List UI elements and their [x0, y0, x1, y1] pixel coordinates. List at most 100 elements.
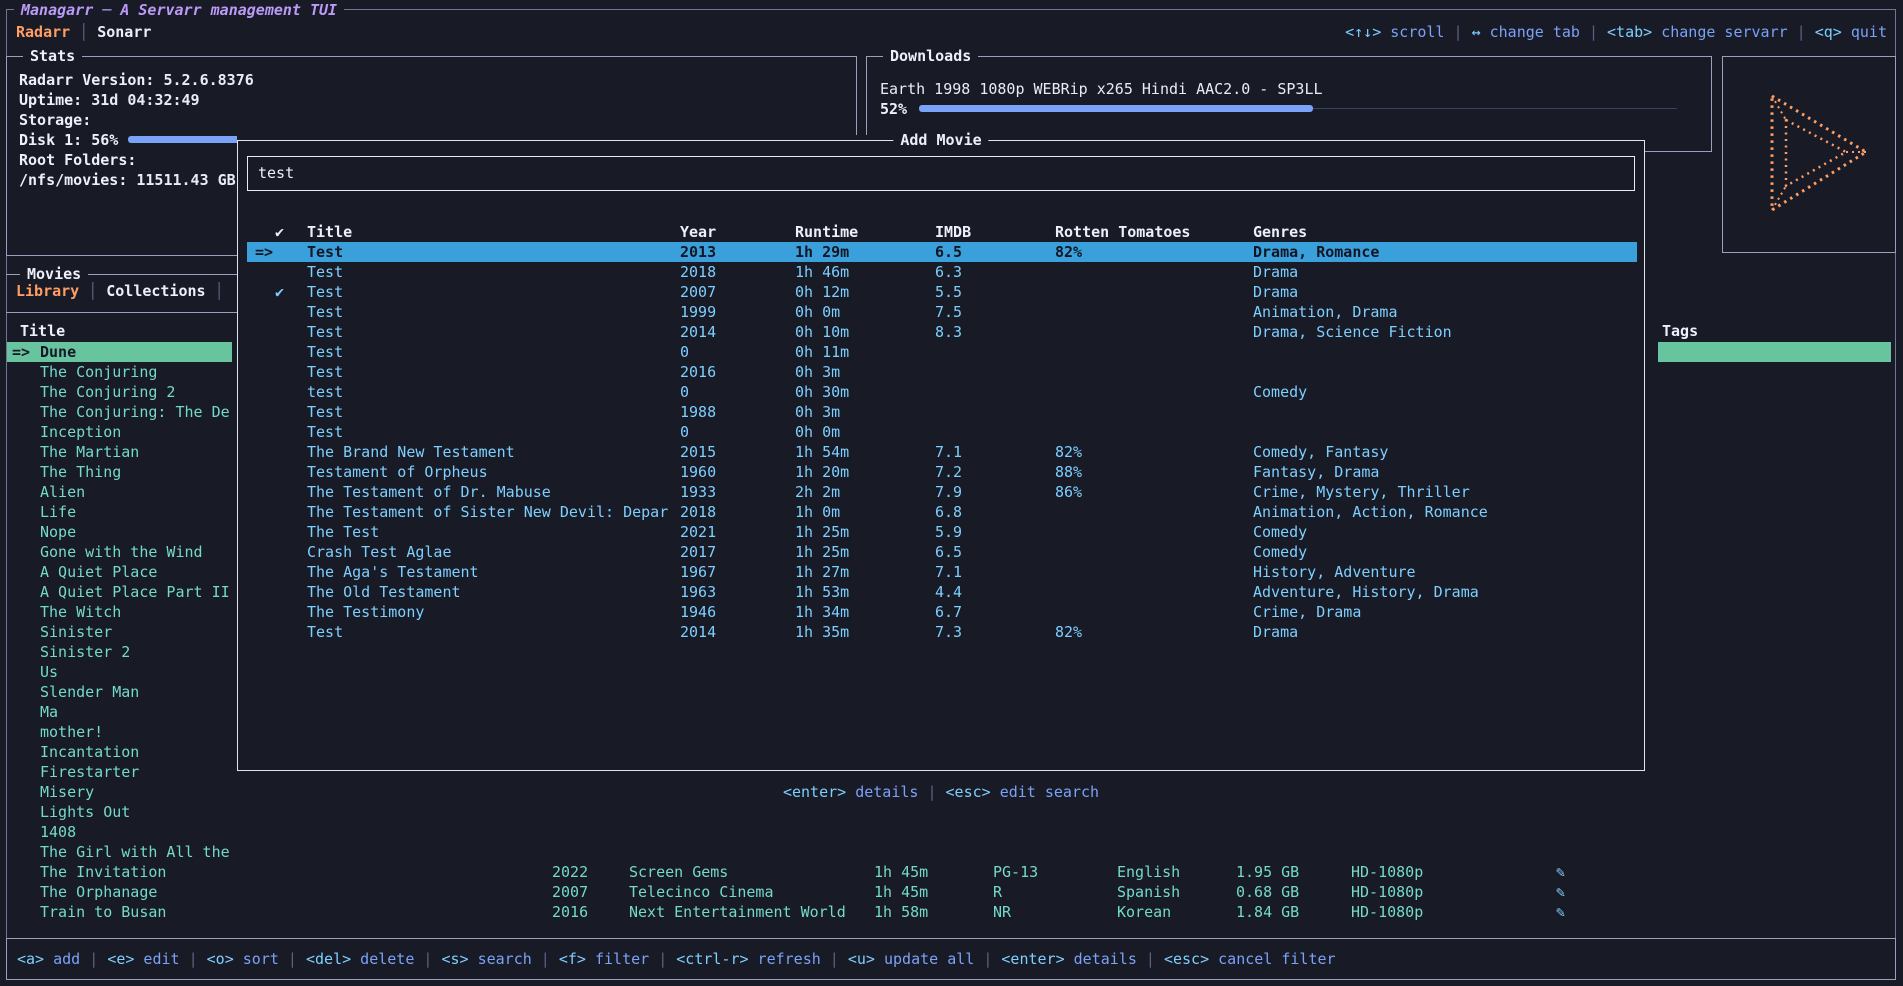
year-cell: 2007: [552, 882, 588, 902]
result-year: 1946: [680, 602, 716, 622]
result-title: Test: [307, 402, 343, 422]
library-row[interactable]: Misery: [7, 782, 232, 802]
tab-radarr[interactable]: Radarr: [16, 23, 70, 41]
help-key: <enter>: [1001, 950, 1064, 968]
tab-library[interactable]: Library: [16, 282, 79, 300]
result-genres: Fantasy, Drama: [1253, 462, 1379, 482]
result-year: 2015: [680, 442, 716, 462]
result-row[interactable]: Test20160h 3m: [247, 362, 1637, 382]
library-row[interactable]: mother!: [7, 722, 232, 742]
library-row[interactable]: A Quiet Place: [7, 562, 232, 582]
library-row[interactable]: The Thing: [7, 462, 232, 482]
result-row[interactable]: Test19990h 0m7.5Animation, Drama: [247, 302, 1637, 322]
library-row[interactable]: The Witch: [7, 602, 232, 622]
studio-cell: Screen Gems: [629, 862, 728, 882]
result-row[interactable]: The Testament of Dr. Mabuse19332h 2m7.98…: [247, 482, 1637, 502]
library-row[interactable]: Incantation: [7, 742, 232, 762]
result-year: 2017: [680, 542, 716, 562]
library-row[interactable]: Inception: [7, 422, 232, 442]
result-imdb: 5.5: [935, 282, 962, 302]
result-row[interactable]: Testament of Orpheus19601h 20m7.288%Fant…: [247, 462, 1637, 482]
result-row[interactable]: The Old Testament19631h 53m4.4Adventure,…: [247, 582, 1637, 602]
edit-icon: ✎: [1556, 882, 1565, 902]
library-row[interactable]: Nope: [7, 522, 232, 542]
root-folder-path: /nfs/movies:: [19, 171, 127, 189]
result-row[interactable]: =>Test20131h 29m6.582%Drama, Romance: [247, 242, 1637, 262]
result-runtime: 1h 54m: [795, 442, 849, 462]
result-year: 1933: [680, 482, 716, 502]
library-row[interactable]: The Conjuring 2: [7, 382, 232, 402]
movie-title: Life: [40, 503, 76, 521]
results-column-year: Year: [680, 222, 716, 242]
library-row[interactable]: Life: [7, 502, 232, 522]
library-row[interactable]: The Martian: [7, 442, 232, 462]
result-row[interactable]: Test00h 0m: [247, 422, 1637, 442]
result-rotten-tomatoes: 82%: [1055, 622, 1082, 642]
library-row-details: 2022Screen Gems1h 45mPG-13English1.95 GB…: [0, 862, 1903, 882]
library-row[interactable]: The Conjuring: The De: [7, 402, 232, 422]
library-row[interactable]: Gone with the Wind: [7, 542, 232, 562]
library-row[interactable]: Sinister: [7, 622, 232, 642]
library-row[interactable]: Us: [7, 662, 232, 682]
result-genres: Drama: [1253, 282, 1298, 302]
search-value: test: [248, 164, 294, 182]
result-runtime: 1h 35m: [795, 622, 849, 642]
result-row[interactable]: The Test20211h 25m5.9Comedy: [247, 522, 1637, 542]
library-row[interactable]: The Girl with All the: [7, 842, 232, 862]
library-row[interactable]: Slender Man: [7, 682, 232, 702]
result-row[interactable]: Crash Test Aglae20171h 25m6.5Comedy: [247, 542, 1637, 562]
result-row[interactable]: The Aga's Testament19671h 27m7.1History,…: [247, 562, 1637, 582]
library-row[interactable]: =>Dune: [7, 342, 232, 362]
movie-search-input[interactable]: test: [247, 156, 1635, 191]
movie-title: The Girl with All the: [40, 843, 230, 861]
library-row[interactable]: Alien: [7, 482, 232, 502]
result-runtime: 0h 12m: [795, 282, 849, 302]
movies-tabs: Library│Collections│: [16, 281, 233, 301]
result-row[interactable]: The Brand New Testament20151h 54m7.182%C…: [247, 442, 1637, 462]
tab-sonarr[interactable]: Sonarr: [97, 23, 151, 41]
library-row[interactable]: Firestarter: [7, 762, 232, 782]
result-row[interactable]: The Testament of Sister New Devil: Depar…: [247, 502, 1637, 522]
help-action: edit: [134, 950, 179, 968]
language-cell: English: [1117, 862, 1180, 882]
result-row[interactable]: Test20140h 10m8.3Drama, Science Fiction: [247, 322, 1637, 342]
results-column-title: Title: [307, 222, 352, 242]
result-genres: Animation, Action, Romance: [1253, 502, 1488, 522]
add-movie-title: Add Movie: [893, 130, 988, 150]
library-row[interactable]: Sinister 2: [7, 642, 232, 662]
library-row[interactable]: Ma: [7, 702, 232, 722]
results-column-rt: Rotten Tomatoes: [1055, 222, 1190, 242]
result-genres: Comedy: [1253, 542, 1307, 562]
result-row[interactable]: test00h 30mComedy: [247, 382, 1637, 402]
checked-icon: ✔: [275, 282, 284, 302]
tab-collections[interactable]: Collections: [106, 282, 205, 300]
result-runtime: 0h 3m: [795, 362, 840, 382]
result-year: 2014: [680, 322, 716, 342]
result-row[interactable]: Test20181h 46m6.3Drama: [247, 262, 1637, 282]
result-genres: Crime, Drama: [1253, 602, 1361, 622]
stats-title: Stats: [23, 46, 82, 66]
download-item: Earth 1998 1080p WEBRip x265 Hindi AAC2.…: [867, 79, 1711, 99]
results-column-imdb: IMDB: [935, 222, 971, 242]
library-row[interactable]: A Quiet Place Part II: [7, 582, 232, 602]
help-key: <del>: [306, 950, 351, 968]
library-row[interactable]: Lights Out: [7, 802, 232, 822]
result-row[interactable]: Test20141h 35m7.382%Drama: [247, 622, 1637, 642]
library-row[interactable]: 1408: [7, 822, 232, 842]
result-year: 1967: [680, 562, 716, 582]
logo-panel: [1722, 56, 1896, 253]
result-row[interactable]: Test19880h 3m: [247, 402, 1637, 422]
help-action: details: [1065, 950, 1137, 968]
help-action: quit: [1842, 23, 1887, 41]
result-row[interactable]: ✔Test20070h 12m5.5Drama: [247, 282, 1637, 302]
result-genres: Crime, Mystery, Thriller: [1253, 482, 1470, 502]
result-row[interactable]: Test00h 11m: [247, 342, 1637, 362]
result-imdb: 7.5: [935, 302, 962, 322]
result-title: Test: [307, 422, 343, 442]
downloads-title: Downloads: [883, 46, 978, 66]
result-year: 2014: [680, 622, 716, 642]
library-row[interactable]: The Conjuring: [7, 362, 232, 382]
movie-title: A Quiet Place Part II: [40, 583, 230, 601]
results-column-genres: Genres: [1253, 222, 1307, 242]
result-row[interactable]: The Testimony19461h 34m6.7Crime, Drama: [247, 602, 1637, 622]
